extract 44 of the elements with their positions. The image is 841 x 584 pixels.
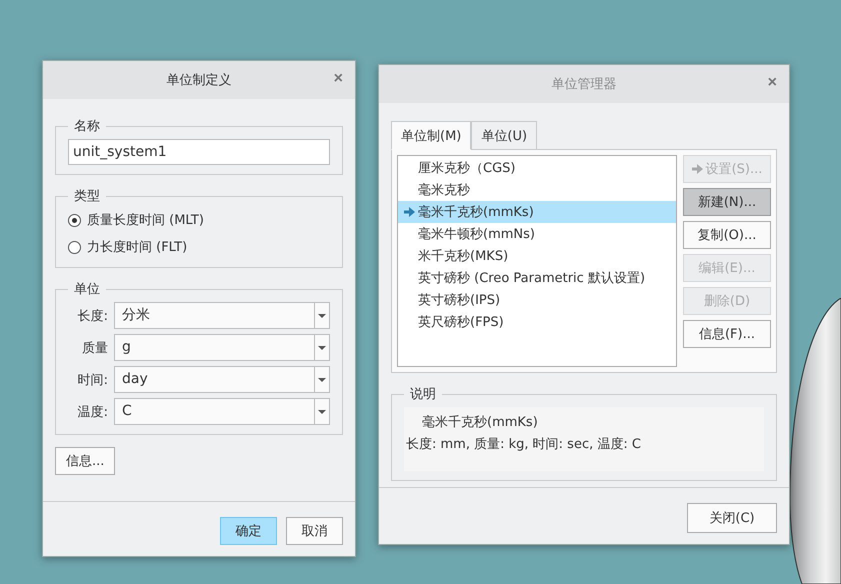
radio-label: 质量长度时间 (MLT) xyxy=(87,212,204,229)
action-button[interactable]: 新建(N)... xyxy=(683,188,771,216)
window-title: 单位制定义 xyxy=(166,72,232,89)
unit-dropdown[interactable]: day xyxy=(114,366,330,393)
radio-button[interactable] xyxy=(68,240,81,254)
field-label: 长度: xyxy=(76,308,108,324)
list-item[interactable]: 厘米克秒（CGS) xyxy=(398,157,676,179)
field-label: 温度: xyxy=(76,404,108,420)
action-button[interactable]: 复制(O)... xyxy=(683,221,771,249)
caret-icon xyxy=(318,378,326,382)
list-item[interactable]: 米千克秒(MKS) xyxy=(398,245,676,267)
window-title: 单位管理器 xyxy=(552,76,616,93)
list-item[interactable]: 英尺磅秒(FPS) xyxy=(398,311,676,333)
description-text: 长度: mm, 质量: kg, 时间: sec, 温度: C xyxy=(406,436,642,453)
tab[interactable]: 单位(U) xyxy=(471,121,538,150)
list-item[interactable]: 英寸磅秒(IPS) xyxy=(398,289,676,311)
description-text: 毫米千克秒(mmKs) xyxy=(421,414,539,431)
tab[interactable]: 单位制(M) xyxy=(391,121,472,150)
unit-dropdown[interactable]: C xyxy=(114,398,330,425)
radio-button[interactable] xyxy=(68,214,81,226)
caret-icon xyxy=(318,314,326,318)
cancel-button[interactable]: 取消 xyxy=(286,517,343,545)
group-label: 单位 xyxy=(73,281,101,298)
info-button[interactable]: 信息... xyxy=(55,447,116,475)
field-label: 质量 xyxy=(81,340,108,356)
list-item[interactable]: 英寸磅秒 (Creo Parametric 默认设置) xyxy=(398,267,676,289)
arrow-icon xyxy=(404,207,415,217)
list-item[interactable]: 毫米克秒 xyxy=(398,179,676,201)
action-button[interactable]: 信息(F)... xyxy=(683,320,771,348)
group-label: 类型 xyxy=(73,188,101,205)
group-label: 名称 xyxy=(73,118,101,135)
name-field[interactable]: unit_system1 xyxy=(68,139,330,165)
caret-icon xyxy=(318,410,326,414)
unit-dropdown[interactable]: 分米 xyxy=(114,302,330,329)
list-item[interactable]: 毫米牛顿秒(mmNs) xyxy=(398,223,676,245)
caret-icon xyxy=(318,346,326,350)
radio-label: 力长度时间 (FLT) xyxy=(87,239,188,256)
ok-button[interactable]: 确定 xyxy=(220,517,277,545)
list-item[interactable]: 毫米千克秒(mmKs) xyxy=(398,201,676,223)
unit-dropdown[interactable]: g xyxy=(114,334,330,361)
group-label: 说明 xyxy=(409,386,437,403)
close-button[interactable]: 关闭(C) xyxy=(687,503,777,533)
field-label: 时间: xyxy=(76,372,108,388)
arrow-icon xyxy=(692,164,703,174)
